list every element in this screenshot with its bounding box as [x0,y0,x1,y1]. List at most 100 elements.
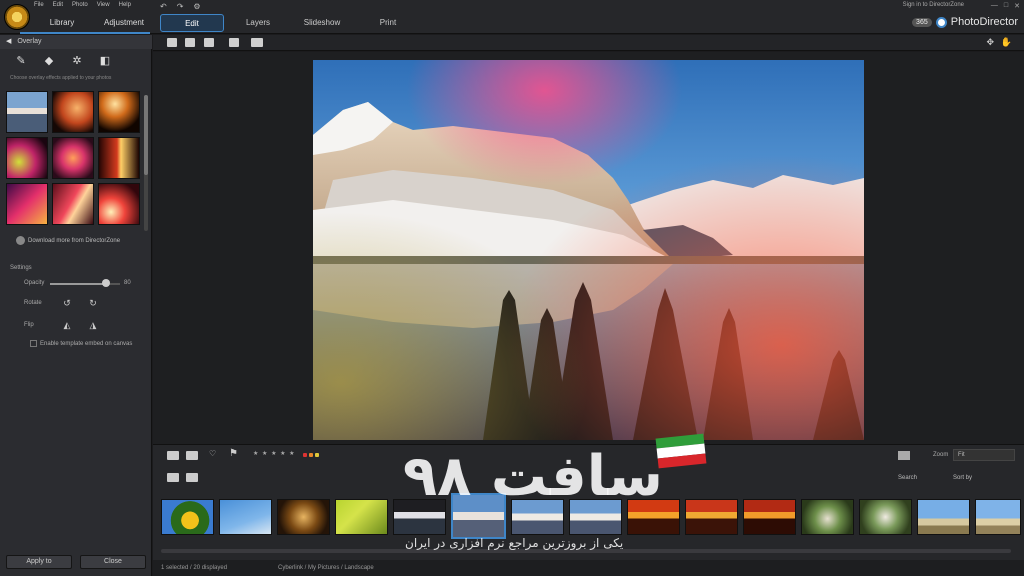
back-arrow-icon[interactable]: ◀ [6,38,11,45]
window-controls: — □ ✕ [991,2,1020,10]
crop-icon[interactable] [229,38,239,47]
favorite-icon[interactable]: ♡ [209,449,216,458]
tab-library[interactable]: Library [28,14,96,32]
flip-horizontal-icon[interactable]: ◭ [62,320,72,330]
opacity-fill [50,283,106,285]
compare-view-icon[interactable] [186,451,198,460]
overlay-panel: ◀ Overlay ✎ ◆ ✲ ◧ Choose overlay effects… [0,35,152,576]
star-rating[interactable]: ★ ★ ★ ★ ★ [253,450,296,457]
apply-button[interactable]: Apply to [6,555,72,569]
menu-view[interactable]: View [97,2,110,8]
photo-thumbnail[interactable] [335,499,388,535]
menu-photo[interactable]: Photo [72,2,88,8]
undo-icon[interactable]: ↶ [160,2,167,11]
color-label-orange[interactable] [309,453,313,457]
photo-thumbnail[interactable] [277,499,330,535]
settings-icon[interactable]: ⚙ [193,2,200,11]
overlay-thumb[interactable] [6,91,48,133]
close-button[interactable]: Close [80,555,146,569]
tab-edit[interactable]: Edit [160,14,224,32]
menu-help[interactable]: Help [119,2,131,8]
landscape-photo [313,60,864,440]
list-view-icon[interactable] [167,473,179,482]
zoom-tool-icon[interactable]: ✥ [986,37,994,48]
mask-icon[interactable]: ◧ [98,54,112,68]
overlay-thumb[interactable] [52,137,94,179]
redo-icon[interactable]: ↷ [177,2,184,11]
watermark-tagline: یکی از بروزترین مراجع نرم افزاری در ایرا… [405,536,624,550]
photo-canvas[interactable] [153,52,1024,444]
app-name: PhotoDirector [950,16,1018,28]
watermark: سافت ۹۸ یکی از بروزترین مراجع نرم افزاری… [395,432,755,562]
flag-icon[interactable]: ⚑ [229,448,238,459]
overlay-thumb[interactable] [52,183,94,225]
subscription-badge: 365 [912,17,932,27]
overlay-thumb[interactable] [6,137,48,179]
menu-bar: File Edit Photo View Help [34,2,131,8]
fit-view-icon[interactable] [167,38,177,47]
overlay-thumb[interactable] [98,91,140,133]
tab-layers[interactable]: Layers [226,14,290,32]
tab-underline [20,32,150,34]
photo-thumbnail[interactable] [161,499,214,535]
fullscreen-icon[interactable] [204,38,214,47]
menu-file[interactable]: File [34,2,44,8]
rotate-right-icon[interactable]: ↻ [88,298,98,308]
photo-preview[interactable] [313,60,864,440]
compare-icon[interactable] [185,38,195,47]
photo-thumbnail[interactable] [801,499,854,535]
display-mode-icon[interactable] [898,451,910,460]
tab-adjustment[interactable]: Adjustment [90,14,158,32]
eraser-icon[interactable]: ✲ [70,54,84,68]
folder-path: Cyberlink / My Pictures / Landscape [278,565,374,571]
embed-checkbox-row[interactable]: Enable template embed on canvas [30,340,132,347]
view-toolbar: ✥ ✋ [153,35,1024,51]
overlay-scrollbar[interactable] [144,95,148,231]
rotate-label: Rotate [24,300,42,306]
brush-icon[interactable]: ✎ [14,54,28,68]
scrollbar-thumb[interactable] [144,95,148,175]
panel-info: Choose overlay effects applied to your p… [10,75,112,81]
sort-button[interactable]: Sort by [953,471,1015,485]
title-bar: File Edit Photo View Help ↶ ↷ ⚙ Library … [0,0,1024,34]
status-bar: 1 selected / 20 displayed Cyberlink / My… [153,560,1024,576]
hand-tool-icon[interactable]: ✋ [1001,37,1012,48]
menu-edit[interactable]: Edit [53,2,63,8]
maximize-icon[interactable]: □ [1004,2,1008,10]
overlay-thumb[interactable] [98,183,140,225]
overlay-grid [6,91,142,225]
single-view-icon[interactable] [167,451,179,460]
photo-thumbnail[interactable] [975,499,1021,535]
opacity-label: Opacity [24,280,45,286]
minimize-icon[interactable]: — [991,2,998,10]
photo-thumbnail[interactable] [219,499,272,535]
photo-thumbnail[interactable] [917,499,970,535]
close-icon[interactable]: ✕ [1014,2,1020,10]
app-logo[interactable] [4,4,30,30]
tab-print[interactable]: Print [356,14,420,32]
download-more-link[interactable]: Download more from DirectorZone [16,236,120,245]
brand: 365 PhotoDirector [912,16,1018,28]
flip-vertical-icon[interactable]: ◮ [88,320,98,330]
shape-icon[interactable]: ◆ [42,54,56,68]
overlay-thumb[interactable] [6,183,48,225]
search-button[interactable]: Search [898,471,944,485]
rotate-left-icon[interactable]: ↺ [62,298,72,308]
brand-icon [935,16,947,28]
overlay-thumb[interactable] [52,91,94,133]
zoom-select[interactable]: Fit [953,449,1015,461]
grid-view-icon[interactable] [186,473,198,482]
tab-slideshow[interactable]: Slideshow [290,14,354,32]
embed-checkbox[interactable] [30,340,37,347]
color-label-yellow[interactable] [315,453,319,457]
panel-title: Overlay [17,38,42,45]
color-labels [303,453,319,457]
opacity-value[interactable]: 80 [124,280,131,286]
sign-in-link[interactable]: Sign in to DirectorZone [903,2,964,8]
preview-icon[interactable] [251,38,263,47]
photo-thumbnail[interactable] [859,499,912,535]
opacity-slider-handle[interactable] [102,279,110,287]
selection-status: 1 selected / 20 displayed [161,565,228,571]
overlay-thumb[interactable] [98,137,140,179]
color-label-red[interactable] [303,453,307,457]
